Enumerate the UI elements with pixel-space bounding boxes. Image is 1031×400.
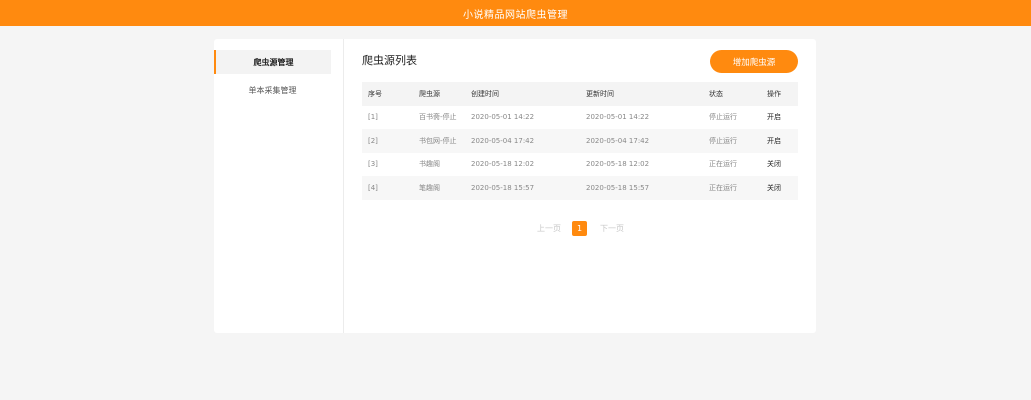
row-index: [3]	[368, 160, 378, 169]
column-header-status: 状态	[709, 89, 723, 98]
row-action-link[interactable]: 关闭	[767, 153, 781, 177]
table-row: [1] 百书斋-停止 2020-05-01 14:22 2020-05-01 1…	[362, 106, 798, 130]
row-created-time: 2020-05-18 15:57	[471, 183, 535, 192]
row-source-name: 书趣阁	[419, 160, 440, 169]
column-header-updated: 更新时间	[586, 89, 614, 98]
content-card: 爬虫源管理 单本采集管理 爬虫源列表 增加爬虫源 序号 爬虫源 创建时间 更新时…	[214, 39, 816, 333]
row-created-time: 2020-05-01 14:22	[471, 113, 535, 122]
site-title: 小说精品网站爬虫管理	[463, 9, 568, 21]
row-action-link[interactable]: 关闭	[767, 176, 781, 200]
row-status: 正在运行	[709, 183, 737, 192]
table-header: 序号 爬虫源 创建时间 更新时间 状态 操作	[362, 82, 798, 106]
add-crawler-source-button[interactable]: 增加爬虫源	[710, 50, 798, 73]
page-title: 爬虫源列表	[362, 54, 417, 67]
row-source-name: 百书斋-停止	[419, 113, 457, 122]
row-status: 停止运行	[709, 113, 737, 122]
column-header-source: 爬虫源	[419, 89, 440, 98]
crawler-source-table: 序号 爬虫源 创建时间 更新时间 状态 操作 [1] 百书斋-停止 2020-0…	[362, 82, 798, 200]
next-page-button[interactable]: 下一页	[600, 219, 624, 237]
row-status: 停止运行	[709, 136, 737, 145]
row-source-name: 笔趣阁	[419, 183, 440, 192]
row-index: [1]	[368, 113, 378, 122]
table-row: [4] 笔趣阁 2020-05-18 15:57 2020-05-18 15:5…	[362, 176, 798, 200]
table-row: [3] 书趣阁 2020-05-18 12:02 2020-05-18 12:0…	[362, 153, 798, 177]
sidebar-item-crawler-source[interactable]: 爬虫源管理	[214, 50, 331, 74]
column-header-created: 创建时间	[471, 89, 499, 98]
row-updated-time: 2020-05-04 17:42	[586, 136, 650, 145]
prev-page-button[interactable]: 上一页	[537, 219, 561, 237]
row-updated-time: 2020-05-18 15:57	[586, 183, 650, 192]
row-updated-time: 2020-05-18 12:02	[586, 160, 650, 169]
current-page-button[interactable]: 1	[572, 221, 587, 236]
row-created-time: 2020-05-04 17:42	[471, 136, 535, 145]
row-action-link[interactable]: 开启	[767, 129, 781, 153]
column-header-action: 操作	[767, 89, 781, 98]
pagination: 上一页 1 下一页	[362, 219, 798, 237]
row-index: [2]	[368, 136, 378, 145]
row-updated-time: 2020-05-01 14:22	[586, 113, 650, 122]
row-created-time: 2020-05-18 12:02	[471, 160, 535, 169]
column-header-index: 序号	[368, 89, 382, 98]
main-panel: 爬虫源列表 增加爬虫源 序号 爬虫源 创建时间 更新时间 状态 操作 [1] 百…	[362, 39, 798, 333]
row-status: 正在运行	[709, 160, 737, 169]
top-header-bar: 小说精品网站爬虫管理	[0, 0, 1031, 26]
row-index: [4]	[368, 183, 378, 192]
row-action-link[interactable]: 开启	[767, 106, 781, 130]
sidebar: 爬虫源管理 单本采集管理	[214, 39, 344, 333]
row-source-name: 书包网-停止	[419, 136, 457, 145]
sidebar-item-single-book[interactable]: 单本采集管理	[214, 78, 331, 102]
table-row: [2] 书包网-停止 2020-05-04 17:42 2020-05-04 1…	[362, 129, 798, 153]
